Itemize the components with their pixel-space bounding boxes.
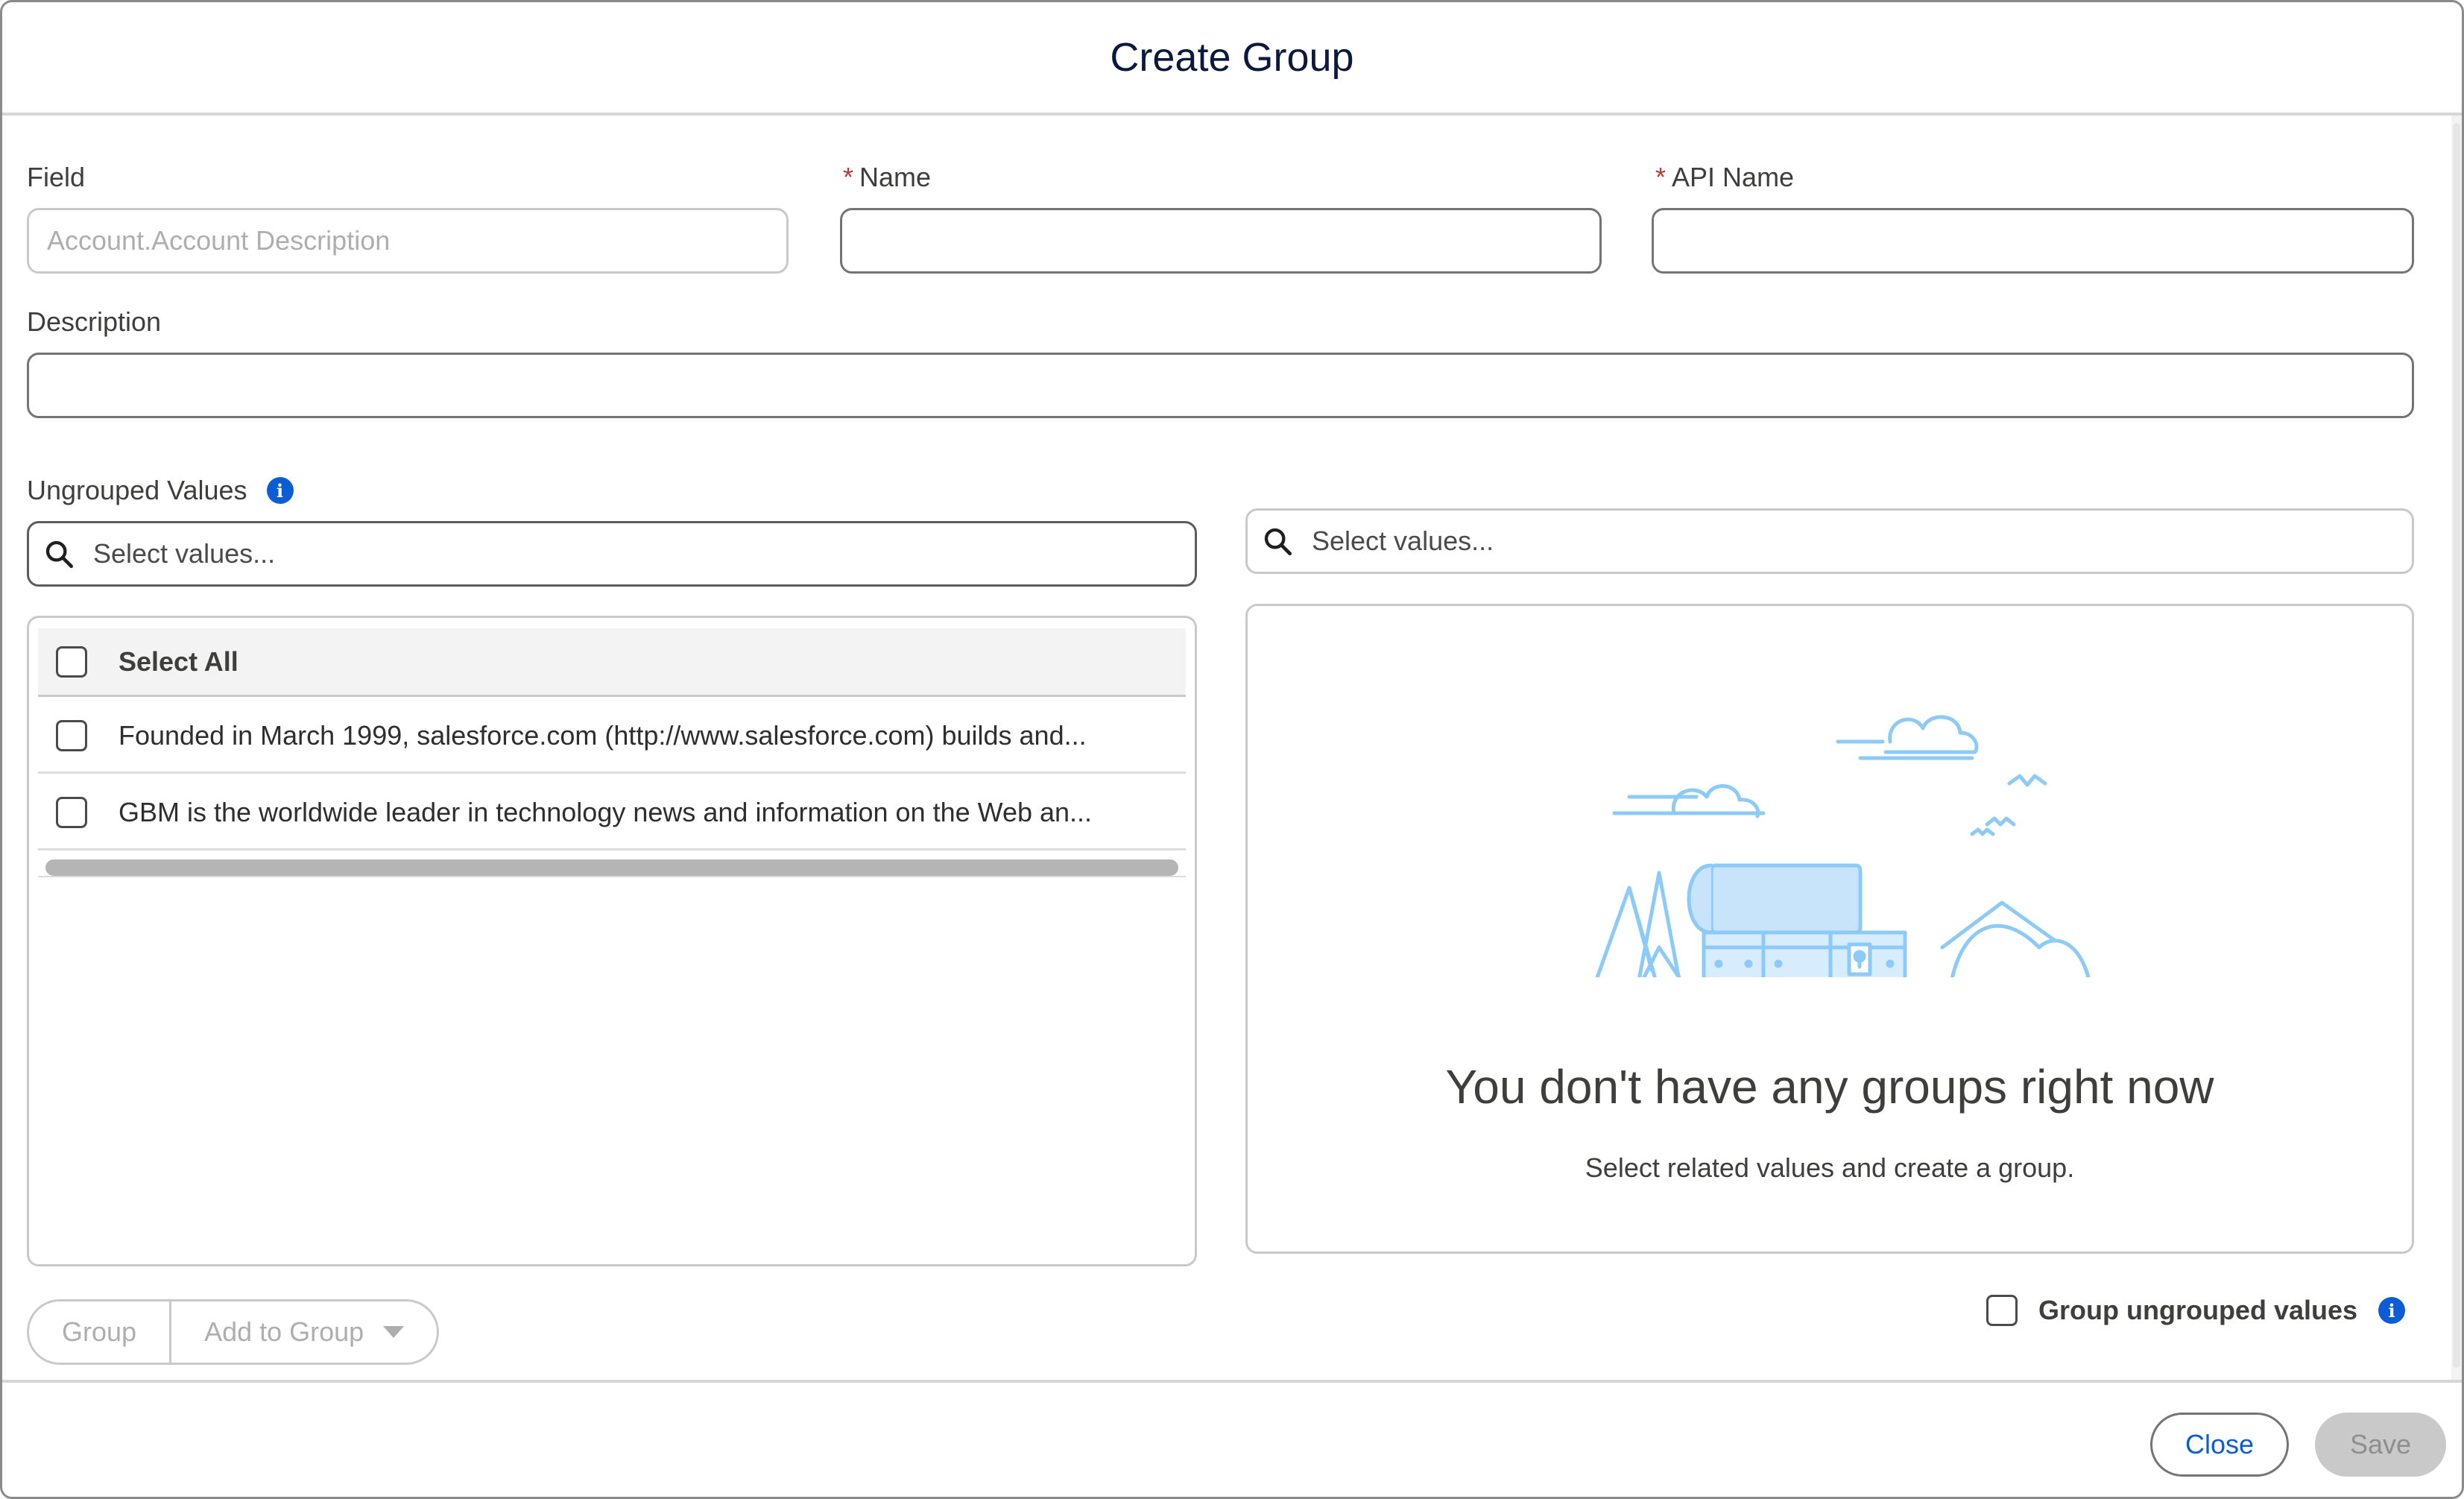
row-checkbox[interactable] bbox=[56, 796, 87, 828]
modal-scrollbar[interactable] bbox=[2451, 116, 2462, 1383]
group-button-label: Group bbox=[62, 1316, 137, 1347]
api-name-label-text: API Name bbox=[1672, 162, 1795, 192]
treasure-chest-illustration bbox=[1595, 715, 2091, 977]
ungrouped-search-input[interactable]: Select values... bbox=[27, 521, 1197, 587]
select-all-row[interactable]: Select All bbox=[38, 628, 1186, 697]
description-label: Description bbox=[27, 306, 162, 337]
list-item[interactable]: GBM is the worldwide leader in technolog… bbox=[38, 776, 1186, 851]
groups-search-input[interactable]: Select values... bbox=[1245, 508, 2414, 574]
close-button[interactable]: Close bbox=[2150, 1413, 2289, 1477]
name-input[interactable] bbox=[840, 208, 1602, 274]
name-label-text: Name bbox=[859, 162, 932, 192]
modal-footer: Close Save bbox=[2, 1380, 2462, 1497]
modal-title: Create Group bbox=[1110, 35, 1354, 80]
empty-state-subtitle: Select related values and create a group… bbox=[1585, 1152, 2075, 1183]
group-ungrouped-label: Group ungrouped values bbox=[2038, 1295, 2358, 1325]
row-checkbox[interactable] bbox=[56, 719, 87, 751]
required-indicator: * bbox=[843, 162, 854, 192]
list-item-text: Founded in March 1999, salesforce.com (h… bbox=[119, 719, 1087, 751]
groups-empty-state: You don't have any groups right now Sele… bbox=[1245, 604, 2414, 1254]
field-label: Field bbox=[27, 162, 86, 192]
list-item[interactable]: Founded in March 1999, salesforce.com (h… bbox=[38, 699, 1186, 774]
field-input-placeholder: Account.Account Description bbox=[47, 225, 391, 256]
select-all-label: Select All bbox=[119, 646, 238, 677]
list-item-text: GBM is the worldwide leader in technolog… bbox=[119, 796, 1093, 827]
api-name-input[interactable] bbox=[1652, 208, 2414, 274]
close-button-label: Close bbox=[2185, 1429, 2255, 1459]
modal-header: Create Group bbox=[2, 2, 2462, 116]
chevron-down-icon bbox=[383, 1326, 405, 1338]
description-input[interactable] bbox=[27, 353, 2414, 418]
horizontal-scrollbar-thumb[interactable] bbox=[45, 859, 1178, 876]
group-button-group: Group Add to Group bbox=[27, 1299, 440, 1365]
group-ungrouped-checkbox[interactable] bbox=[1986, 1295, 2018, 1326]
horizontal-scrollbar[interactable] bbox=[38, 855, 1186, 877]
empty-state-title: You don't have any groups right now bbox=[1445, 1060, 2214, 1114]
info-icon[interactable]: i bbox=[266, 477, 294, 504]
ungrouped-values-label: Ungrouped Values i bbox=[27, 475, 294, 506]
info-icon[interactable]: i bbox=[2378, 1297, 2406, 1324]
search-icon bbox=[1264, 528, 1292, 555]
save-button-label: Save bbox=[2349, 1429, 2412, 1459]
search-placeholder: Select values... bbox=[93, 538, 276, 569]
scrollbar-thumb[interactable] bbox=[2453, 123, 2460, 1368]
add-to-group-button[interactable]: Add to Group bbox=[169, 1301, 437, 1363]
group-button[interactable]: Group bbox=[29, 1301, 169, 1363]
ungrouped-values-list: Select All Founded in March 1999, salesf… bbox=[27, 616, 1197, 1266]
api-name-label: * API Name bbox=[1655, 162, 1794, 193]
group-ungrouped-values-option[interactable]: Group ungrouped values i bbox=[1986, 1295, 2406, 1326]
save-button[interactable]: Save bbox=[2315, 1413, 2446, 1477]
name-label: * Name bbox=[843, 162, 931, 193]
ungrouped-values-text: Ungrouped Values bbox=[27, 475, 247, 505]
required-indicator: * bbox=[1655, 162, 1667, 192]
select-all-checkbox[interactable] bbox=[56, 646, 87, 678]
search-icon bbox=[45, 540, 73, 568]
field-input: Account.Account Description bbox=[27, 208, 789, 274]
search-placeholder: Select values... bbox=[1312, 526, 1494, 556]
add-to-group-label: Add to Group bbox=[204, 1316, 364, 1347]
create-group-modal: Create Group Field Account.Account Descr… bbox=[0, 0, 2464, 1499]
